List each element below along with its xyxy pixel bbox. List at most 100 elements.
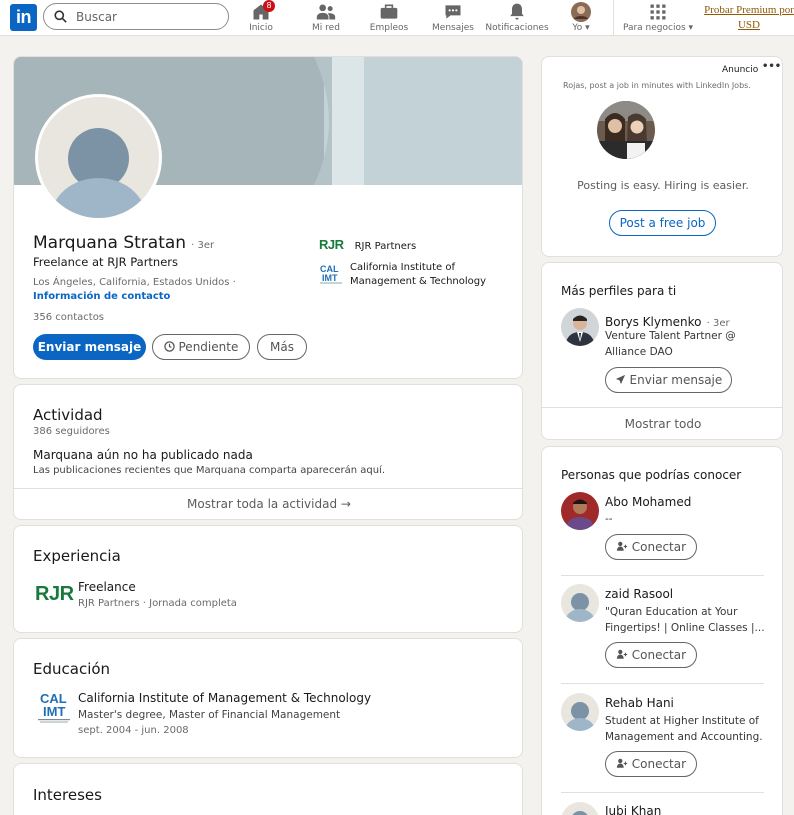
show-all-profiles-link[interactable]: Mostrar todo bbox=[542, 417, 782, 431]
pymk-name-3[interactable]: Rehab Hani bbox=[605, 696, 674, 710]
interests-card: Intereses bbox=[13, 763, 523, 815]
pymk-headline-2-line1: "Quran Education at Your bbox=[605, 606, 738, 618]
svg-text:IMT: IMT bbox=[43, 704, 65, 719]
borys-avatar[interactable] bbox=[561, 308, 599, 346]
pymk-name-1[interactable]: Abo Mohamed bbox=[605, 495, 691, 509]
nav-business-label: Para negocios ▾ bbox=[622, 23, 694, 33]
profile-name: Marquana Stratan bbox=[33, 233, 187, 253]
profile-headline: Freelance at RJR Partners bbox=[33, 255, 179, 269]
school-name: California Institute of Management & Tec… bbox=[350, 261, 486, 289]
connection-degree: · 3er bbox=[191, 240, 215, 251]
premium-link[interactable]: Probar Premium por USD bbox=[703, 3, 794, 33]
premium-line-1: Probar Premium por bbox=[704, 4, 794, 16]
rehab-avatar-body bbox=[565, 718, 595, 731]
contact-info-link[interactable]: Información de contacto bbox=[33, 291, 170, 302]
show-all-activity-link[interactable]: Mostrar toda la actividad → bbox=[14, 497, 522, 511]
rjr-company-logo[interactable]: RJR bbox=[35, 583, 74, 606]
profile-card: Marquana Stratan · 3er Freelance at RJR … bbox=[13, 56, 523, 379]
pending-label: Pendiente bbox=[178, 340, 239, 354]
education-degree: Master's degree, Master of Financial Man… bbox=[78, 709, 341, 721]
borys-name: Borys Klymenko bbox=[605, 315, 702, 329]
grid-icon bbox=[650, 4, 666, 20]
activity-empty-desc: Las publicaciones recientes que Marquana… bbox=[33, 465, 386, 476]
nav-me-label: Yo ▾ bbox=[572, 23, 590, 33]
add-person-icon bbox=[616, 541, 628, 551]
experience-detail: RJR Partners · Jornada completa bbox=[78, 598, 237, 609]
pymk-headline-2: "Quran Education at Your Fingertips! | O… bbox=[605, 604, 765, 636]
more-profiles-title: Más perfiles para ti bbox=[561, 284, 677, 298]
search-bar[interactable] bbox=[43, 3, 229, 30]
add-person-icon bbox=[616, 649, 628, 659]
ad-text: Rojas, post a job in minutes with Linked… bbox=[563, 81, 751, 90]
connect-button-3[interactable]: Conectar bbox=[605, 751, 697, 777]
send-icon bbox=[615, 374, 625, 385]
linkedin-logo[interactable]: in bbox=[10, 4, 37, 31]
pymk-card: Personas que podrías conocer Abo Mohamed… bbox=[541, 446, 783, 815]
borys-headline-2: Alliance DAO bbox=[605, 346, 673, 358]
pymk-headline-3-line2: Management and Accounting. bbox=[605, 731, 763, 743]
pymk-divider-3 bbox=[561, 792, 764, 793]
more-button[interactable]: Más bbox=[257, 334, 307, 360]
activity-title: Actividad bbox=[33, 406, 103, 424]
zaid-rasool-avatar[interactable] bbox=[561, 584, 599, 622]
briefcase-icon bbox=[380, 4, 398, 19]
ad-label: Anuncio bbox=[722, 65, 759, 75]
connect-label-2: Conectar bbox=[631, 648, 687, 662]
nav-notifications[interactable]: Notificaciones bbox=[484, 1, 550, 35]
profile-photo-placeholder bbox=[38, 97, 159, 218]
pymk-headline-2-line2: Fingertips! | Online Classes |... bbox=[605, 622, 765, 634]
rehab-hani-avatar[interactable] bbox=[561, 693, 599, 731]
experience-role: Freelance bbox=[78, 580, 136, 594]
nav-notifications-label: Notificaciones bbox=[485, 23, 549, 33]
pymk-divider-1 bbox=[561, 575, 764, 576]
company-name: RJR Partners bbox=[354, 241, 417, 252]
pymk-headline-3-line1: Student at Higher Institute of bbox=[605, 715, 759, 727]
connect-label-1: Conectar bbox=[631, 540, 687, 554]
message-icon bbox=[445, 5, 461, 19]
more-profiles-card: Más perfiles para ti Borys Klymenko · 3e… bbox=[541, 262, 783, 440]
school-line-1: California Institute of bbox=[350, 262, 456, 273]
abo-mohamed-avatar[interactable] bbox=[561, 492, 599, 530]
pymk-divider-2 bbox=[561, 683, 764, 684]
nav-jobs-label: Empleos bbox=[369, 23, 409, 33]
borys-headline-1: Venture Talent Partner @ bbox=[605, 330, 736, 342]
nav-network[interactable]: Mi red bbox=[306, 1, 346, 35]
post-free-job-button[interactable]: Post a free job bbox=[609, 210, 716, 236]
profile-location: Los Ángeles, California, Estados Unidos … bbox=[33, 277, 236, 288]
jubi-khan-avatar[interactable] bbox=[561, 802, 599, 815]
activity-card: Actividad 386 seguidores Marquana aún no… bbox=[13, 384, 523, 520]
pending-button[interactable]: Pendiente bbox=[152, 334, 250, 360]
connect-button-1[interactable]: Conectar bbox=[605, 534, 697, 560]
avatar-body bbox=[51, 178, 146, 218]
zaid-avatar-body bbox=[565, 609, 595, 622]
rjr-logo: RJR bbox=[319, 237, 344, 252]
activity-divider bbox=[14, 488, 522, 489]
ad-card: Anuncio ••• Rojas, post a job in minutes… bbox=[541, 56, 783, 257]
profile-name-row: Marquana Stratan · 3er bbox=[33, 233, 214, 253]
nav-me[interactable]: Yo ▾ bbox=[564, 1, 598, 35]
experience-card: Experiencia RJR Freelance RJR Partners ·… bbox=[13, 525, 523, 633]
school-logo-large[interactable]: CAL IMT bbox=[34, 690, 74, 724]
nav-home[interactable]: 8 Inicio bbox=[240, 0, 282, 35]
connections-count[interactable]: 356 contactos bbox=[33, 312, 104, 323]
connect-button-2[interactable]: Conectar bbox=[605, 642, 697, 668]
nav-jobs[interactable]: Empleos bbox=[366, 1, 412, 35]
pymk-name-4[interactable]: Jubi Khan bbox=[605, 804, 661, 815]
pymk-name-2[interactable]: zaid Rasool bbox=[605, 587, 673, 601]
nav-business[interactable]: Para negocios ▾ bbox=[620, 1, 696, 35]
current-company[interactable]: RJR RJR Partners bbox=[319, 234, 416, 253]
search-input[interactable] bbox=[76, 7, 216, 26]
borys-message-button[interactable]: Enviar mensaje bbox=[605, 367, 732, 393]
svg-text:IMT: IMT bbox=[322, 273, 338, 283]
send-message-button[interactable]: Enviar mensaje bbox=[33, 334, 146, 360]
ad-tagline: Posting is easy. Hiring is easier. bbox=[577, 179, 749, 192]
pymk-headline-3: Student at Higher Institute of Managemen… bbox=[605, 713, 763, 745]
ad-menu-icon[interactable]: ••• bbox=[762, 61, 781, 72]
profile-avatar bbox=[571, 2, 591, 22]
premium-line-2: USD bbox=[737, 19, 760, 31]
profile-photo-frame[interactable] bbox=[35, 94, 162, 221]
nav-messaging[interactable]: Mensajes bbox=[430, 1, 476, 35]
followers-count: 386 seguidores bbox=[33, 426, 110, 437]
connect-label-3: Conectar bbox=[631, 757, 687, 771]
school-line-2: Management & Technology bbox=[350, 276, 487, 287]
